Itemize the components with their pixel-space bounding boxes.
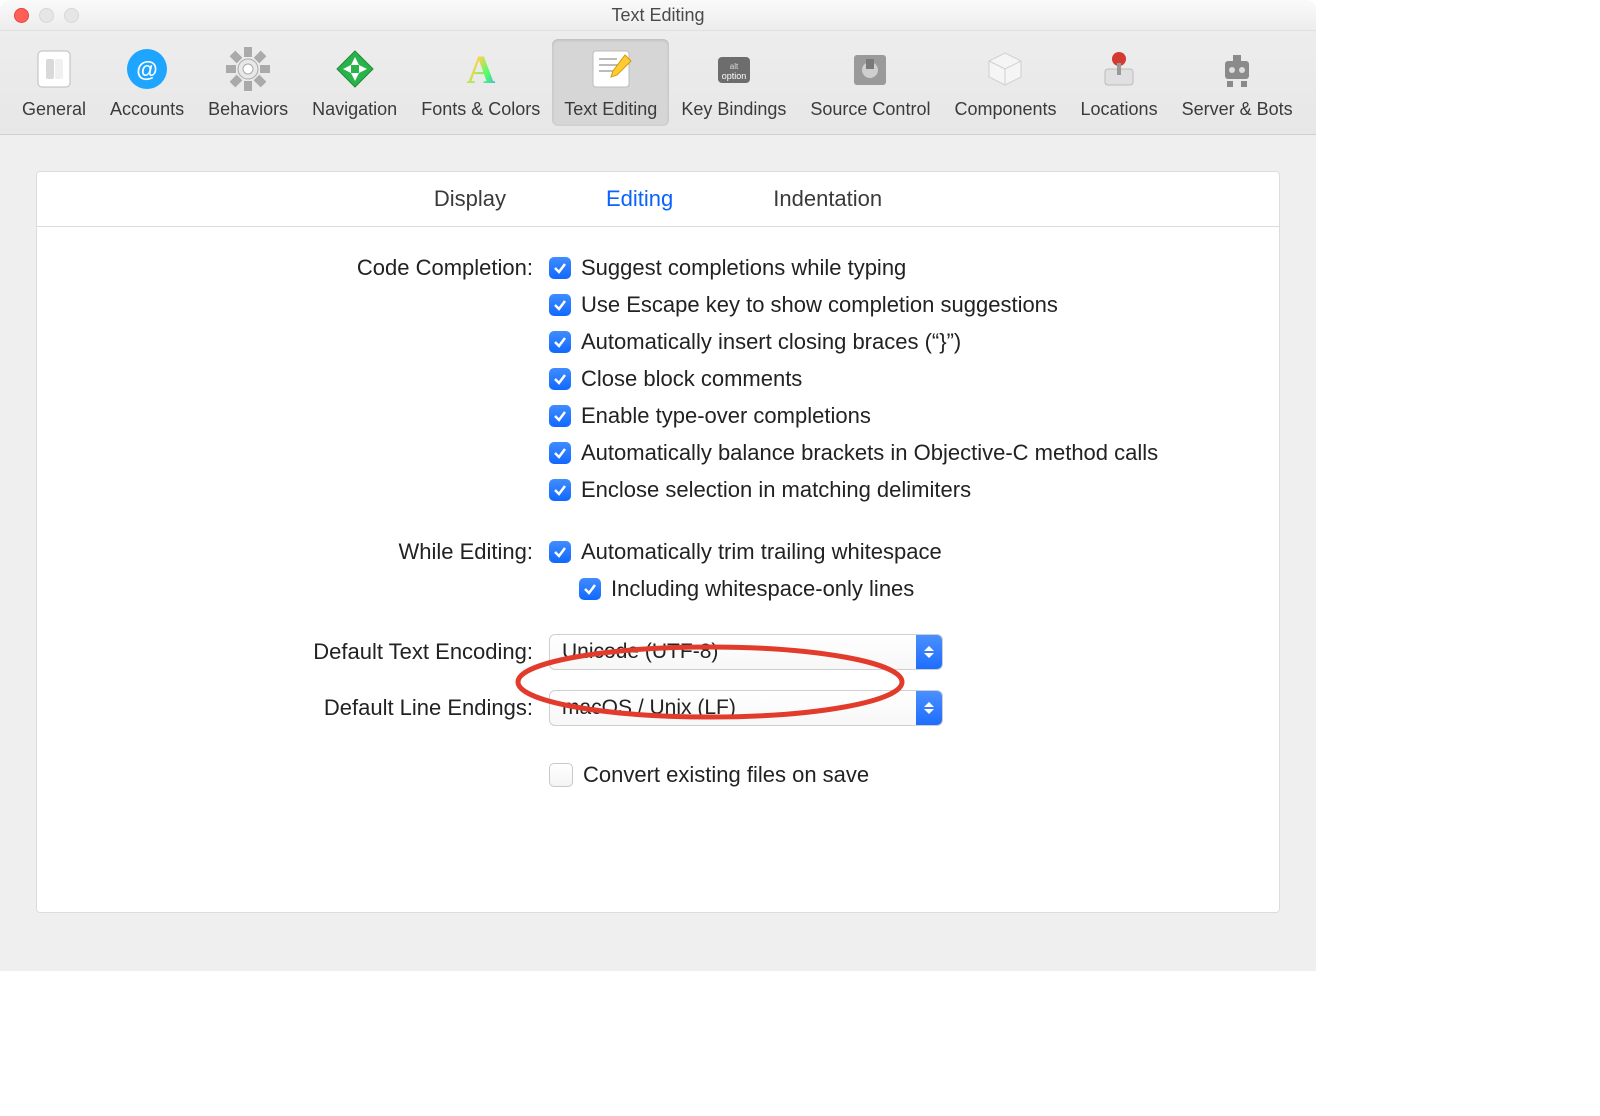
select-line-endings[interactable]: macOS / Unix (LF) bbox=[549, 690, 943, 726]
toolbar-tab-text-editing[interactable]: Text Editing bbox=[552, 39, 669, 126]
section-label-code-completion: Code Completion: bbox=[77, 255, 549, 281]
checkbox-label: Enable type-over completions bbox=[581, 403, 871, 429]
checkbox-type-over-completions[interactable] bbox=[549, 405, 571, 427]
checkbox-auto-close-braces[interactable] bbox=[549, 331, 571, 353]
toolbar-label: Source Control bbox=[810, 99, 930, 120]
toolbar-label: Accounts bbox=[110, 99, 184, 120]
checkbox-close-block-comments[interactable] bbox=[549, 368, 571, 390]
toolbar-tab-general[interactable]: General bbox=[10, 39, 98, 126]
toolbar-label: Key Bindings bbox=[681, 99, 786, 120]
content-area: Display Editing Indentation Code Complet… bbox=[0, 135, 1316, 971]
window-title: Text Editing bbox=[611, 5, 704, 26]
toolbar-tab-navigation[interactable]: Navigation bbox=[300, 39, 409, 126]
select-text-encoding[interactable]: Unicode (UTF-8) bbox=[549, 634, 943, 670]
dropdown-stepper-icon bbox=[916, 691, 942, 725]
checkbox-convert-existing[interactable] bbox=[549, 763, 573, 787]
navigation-icon bbox=[329, 43, 381, 95]
titlebar: Text Editing bbox=[0, 0, 1316, 31]
checkbox-label: Convert existing files on save bbox=[583, 762, 869, 788]
checkbox-label: Automatically insert closing braces (“}”… bbox=[581, 329, 961, 355]
toolbar-label: Behaviors bbox=[208, 99, 288, 120]
key-bindings-icon: alt option bbox=[708, 43, 760, 95]
section-label-text-encoding: Default Text Encoding: bbox=[77, 639, 549, 665]
fonts-colors-icon: A bbox=[455, 43, 507, 95]
checkbox-label: Automatically trim trailing whitespace bbox=[581, 539, 942, 565]
svg-text:alt: alt bbox=[730, 62, 739, 71]
checkbox-escape-completion[interactable] bbox=[549, 294, 571, 316]
dropdown-stepper-icon bbox=[916, 635, 942, 669]
subtab-editing[interactable]: Editing bbox=[606, 186, 673, 212]
text-editing-icon bbox=[585, 43, 637, 95]
components-icon bbox=[979, 43, 1031, 95]
close-window-button[interactable] bbox=[14, 8, 29, 23]
accounts-icon: @ bbox=[121, 43, 173, 95]
form-area: Code Completion: Suggest completions whi… bbox=[37, 227, 1279, 819]
select-value: Unicode (UTF-8) bbox=[562, 640, 718, 664]
checkbox-suggest-completions[interactable] bbox=[549, 257, 571, 279]
svg-text:A: A bbox=[466, 47, 495, 92]
checkbox-label: Suggest completions while typing bbox=[581, 255, 906, 281]
subtab-display[interactable]: Display bbox=[434, 186, 506, 212]
toolbar-tab-server-bots[interactable]: Server & Bots bbox=[1170, 39, 1305, 126]
toolbar-label: Components bbox=[954, 99, 1056, 120]
toolbar-tab-locations[interactable]: Locations bbox=[1069, 39, 1170, 126]
toolbar-tab-source-control[interactable]: Source Control bbox=[798, 39, 942, 126]
checkbox-whitespace-only-lines[interactable] bbox=[579, 578, 601, 600]
toolbar-label: Locations bbox=[1081, 99, 1158, 120]
server-bots-icon bbox=[1211, 43, 1263, 95]
behaviors-icon bbox=[222, 43, 274, 95]
toolbar-tab-components[interactable]: Components bbox=[942, 39, 1068, 126]
checkbox-enclose-delimiters[interactable] bbox=[549, 479, 571, 501]
settings-panel: Display Editing Indentation Code Complet… bbox=[36, 171, 1280, 913]
toolbar-tab-key-bindings[interactable]: alt option Key Bindings bbox=[669, 39, 798, 126]
toolbar-label: Navigation bbox=[312, 99, 397, 120]
toolbar-label: Server & Bots bbox=[1182, 99, 1293, 120]
zoom-window-button[interactable] bbox=[64, 8, 79, 23]
window-controls bbox=[14, 8, 79, 23]
section-label-line-endings: Default Line Endings: bbox=[77, 695, 549, 721]
toolbar-tab-behaviors[interactable]: Behaviors bbox=[196, 39, 300, 126]
svg-text:@: @ bbox=[136, 57, 157, 82]
subtab-bar: Display Editing Indentation bbox=[37, 172, 1279, 227]
preferences-window: Text Editing General @ Accounts bbox=[0, 0, 1316, 971]
checkbox-trim-whitespace[interactable] bbox=[549, 541, 571, 563]
select-value: macOS / Unix (LF) bbox=[562, 696, 736, 720]
checkbox-label: Close block comments bbox=[581, 366, 802, 392]
toolbar-label: Fonts & Colors bbox=[421, 99, 540, 120]
checkbox-label: Automatically balance brackets in Object… bbox=[581, 440, 1158, 466]
checkbox-label: Including whitespace-only lines bbox=[611, 576, 914, 602]
section-label-while-editing: While Editing: bbox=[77, 539, 549, 565]
toolbar-tab-fonts-colors[interactable]: A Fonts & Colors bbox=[409, 39, 552, 126]
toolbar-tab-accounts[interactable]: @ Accounts bbox=[98, 39, 196, 126]
checkbox-label: Use Escape key to show completion sugges… bbox=[581, 292, 1058, 318]
checkbox-label: Enclose selection in matching delimiters bbox=[581, 477, 971, 503]
locations-icon bbox=[1093, 43, 1145, 95]
preferences-toolbar: General @ Accounts bbox=[0, 31, 1316, 135]
source-control-icon bbox=[844, 43, 896, 95]
general-icon bbox=[28, 43, 80, 95]
toolbar-label: General bbox=[22, 99, 86, 120]
checkbox-balance-brackets-objc[interactable] bbox=[549, 442, 571, 464]
svg-text:option: option bbox=[722, 71, 747, 81]
minimize-window-button[interactable] bbox=[39, 8, 54, 23]
toolbar-label: Text Editing bbox=[564, 99, 657, 120]
subtab-indentation[interactable]: Indentation bbox=[773, 186, 882, 212]
